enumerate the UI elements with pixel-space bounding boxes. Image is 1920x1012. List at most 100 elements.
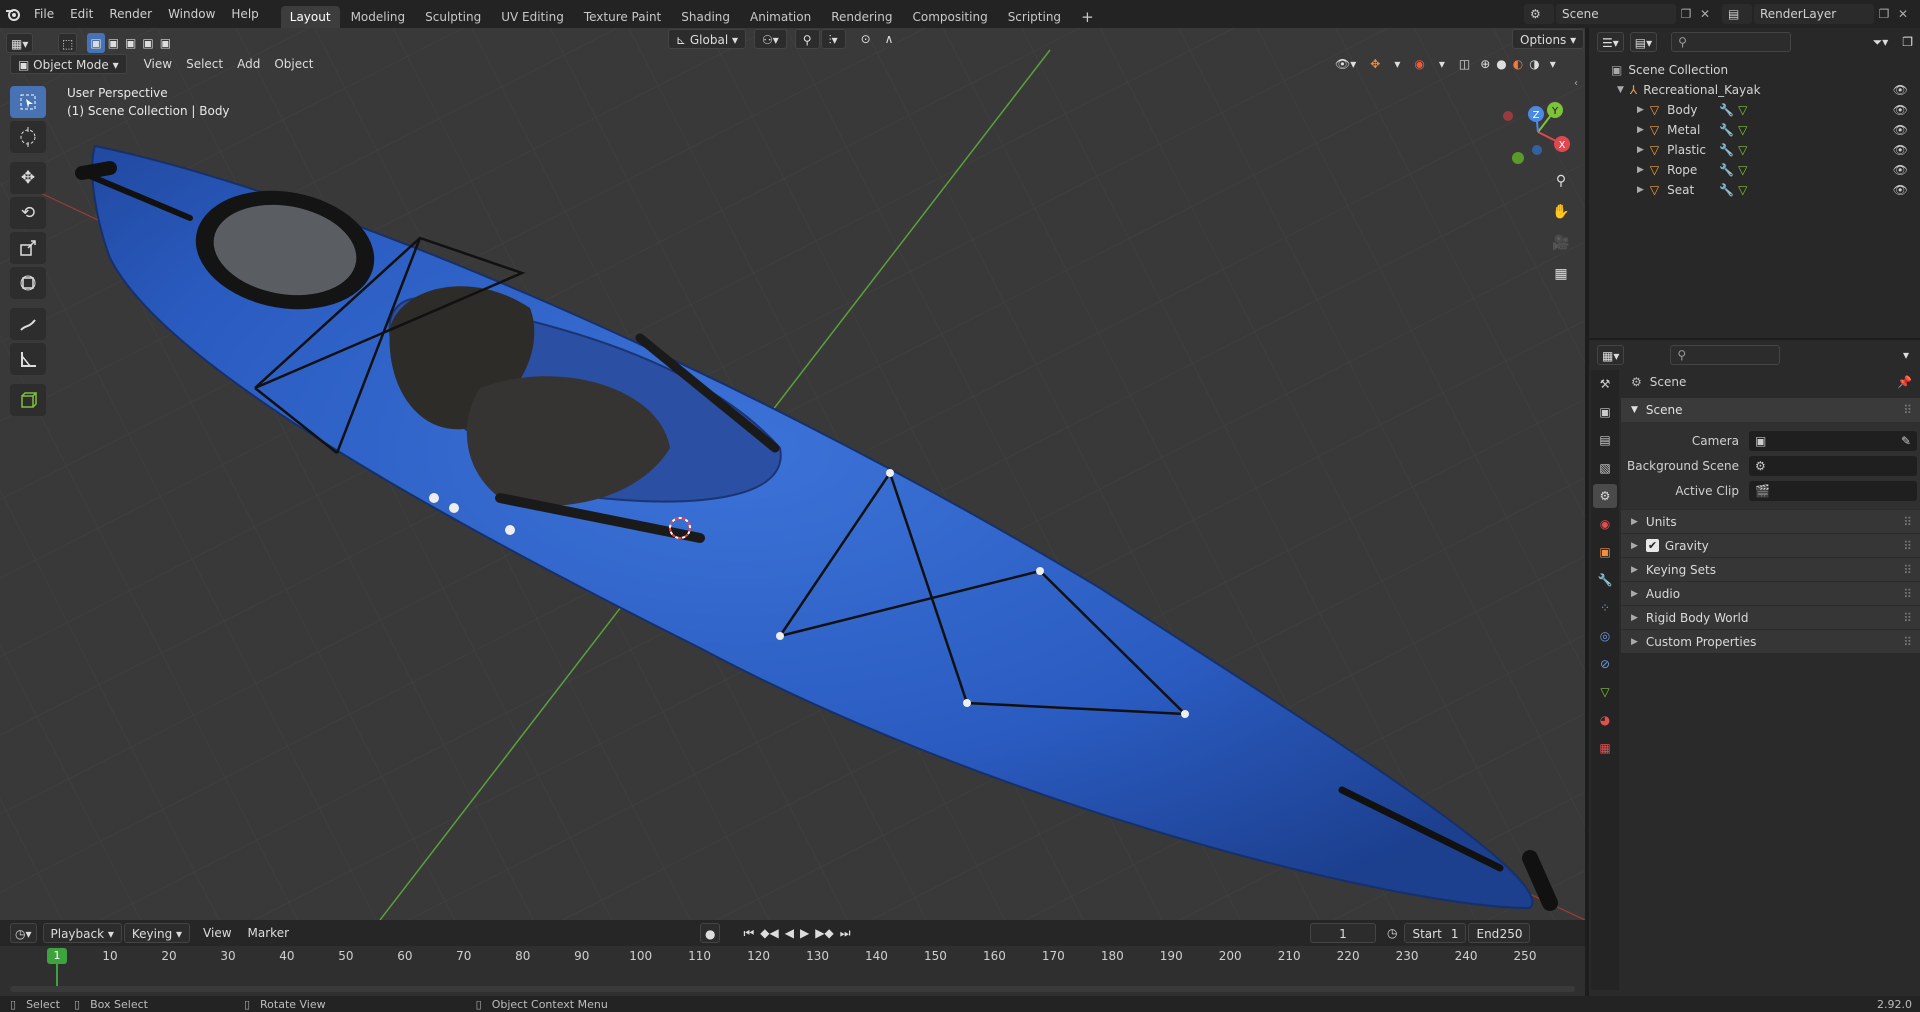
modifier-icon[interactable]: 🔧 (1719, 143, 1734, 157)
select-box-icon[interactable] (10, 86, 46, 118)
collection-row[interactable]: ▼ ⅄ Recreational_Kayak 👁 (1589, 80, 1920, 100)
outliner-object-row[interactable]: ▶ ▽ Seat 🔧 ▽ 👁 (1589, 180, 1920, 200)
record-icon[interactable]: ● (700, 923, 721, 943)
select-mode-icon[interactable]: ⬚ (58, 33, 78, 53)
modifier-icon[interactable]: 🔧 (1719, 183, 1734, 197)
scene-panel-header[interactable]: ▼ Scene ⠿ (1621, 398, 1920, 422)
mode-dropdown[interactable]: ▣ Object Mode ▾ (10, 54, 127, 74)
measure-icon[interactable] (10, 343, 46, 375)
snap-toggle[interactable]: ⚲ (794, 29, 820, 49)
preview-range-icon[interactable]: ◷ (1380, 923, 1404, 943)
pivot-point-dropdown[interactable]: ⚇▾ (754, 29, 787, 49)
subpanel-header[interactable]: ▶ ✔ Gravity ⠿ (1621, 533, 1920, 557)
material-tab-icon[interactable]: ◕ (1593, 708, 1617, 732)
mesh-data-icon[interactable]: ▽ (1738, 143, 1747, 157)
pan-hand-icon[interactable]: ✋ (1548, 199, 1574, 225)
view-layer-tab-icon[interactable]: ▧ (1593, 456, 1617, 480)
pin-icon[interactable]: 📌 (1897, 375, 1912, 389)
tab-animation[interactable]: Animation (741, 6, 820, 28)
add-cube-icon[interactable] (10, 384, 46, 416)
menu-add[interactable]: Add (230, 54, 267, 74)
menu-edit[interactable]: Edit (62, 0, 101, 28)
start-frame-field[interactable]: Start 1 (1404, 923, 1467, 943)
menu-view[interactable]: View (137, 54, 179, 74)
perspective-toggle-icon[interactable]: ▦ (1548, 261, 1574, 287)
gizmo-dropdown[interactable]: ▾ (1387, 54, 1407, 74)
close-icon[interactable]: ✕ (1696, 7, 1714, 21)
timeline-ruler[interactable]: 10 20 30 40 50 60 70 80 90 100 110 120 130 140 150 160 1… (0, 946, 1585, 996)
subpanel-header[interactable]: ▶ Custom Properties ⠿ (1621, 629, 1920, 653)
tab-modeling[interactable]: Modeling (342, 6, 415, 28)
menu-select[interactable]: Select (179, 54, 230, 74)
outliner-editor-type-icon[interactable]: ☰▾ (1597, 32, 1624, 52)
3d-viewport[interactable]: ▦▾ ⬚ ▣ ▣ ▣ ▣ ▣ ⊾ Global ▾ ⚇▾ ⚲ ⫶▾ ⊙ ∧ Op… (0, 28, 1585, 920)
rendered-shading-icon[interactable]: ◑ (1526, 54, 1542, 74)
wireframe-shading-icon[interactable]: ⊕ (1477, 54, 1493, 74)
drag-handle-icon[interactable]: ⠿ (1903, 611, 1912, 625)
scene-collection-row[interactable]: ▣ Scene Collection (1589, 60, 1920, 80)
modifier-icon[interactable]: 🔧 (1719, 123, 1734, 137)
modifier-icon[interactable]: 🔧 (1719, 163, 1734, 177)
overlay-dropdown[interactable]: ▾ (1432, 54, 1452, 74)
active-clip-field[interactable]: 🎬 (1749, 480, 1917, 501)
camera-field[interactable]: ▣ ✎ (1749, 430, 1917, 451)
transform-orientation-dropdown[interactable]: ⊾ Global ▾ (668, 29, 746, 49)
camera-view-icon[interactable]: 🎥 (1548, 230, 1574, 256)
object-tab-icon[interactable]: ▣ (1593, 540, 1617, 564)
tab-rendering[interactable]: Rendering (822, 6, 901, 28)
constraints-tab-icon[interactable]: ⊘ (1593, 652, 1617, 676)
viewport-scene[interactable] (0, 28, 1585, 920)
select-invert-icon[interactable]: ▣ (139, 33, 156, 53)
mesh-data-icon[interactable]: ▽ (1738, 103, 1747, 117)
display-mode-icon[interactable]: ▤▾ (1629, 32, 1658, 52)
end-frame-field[interactable]: End 250 (1468, 923, 1531, 943)
tab-layout[interactable]: Layout (280, 6, 340, 28)
current-frame-field[interactable]: 1 (1310, 923, 1376, 943)
blender-logo-icon[interactable] (0, 7, 26, 21)
playback-menu[interactable]: Playback ▾ (42, 923, 122, 943)
drag-handle-icon[interactable]: ⠿ (1903, 539, 1912, 553)
annotate-icon[interactable] (10, 308, 46, 340)
scene-tab-icon[interactable]: ⚙ (1593, 484, 1617, 508)
visibility-eye-icon[interactable]: 👁 (1893, 143, 1908, 157)
new-scene-icon[interactable]: ❐ (1676, 7, 1696, 21)
outliner-object-row[interactable]: ▶ ▽ Body 🔧 ▽ 👁 (1589, 100, 1920, 120)
tab-compositing[interactable]: Compositing (903, 6, 996, 28)
physics-tab-icon[interactable]: ◎ (1593, 624, 1617, 648)
shading-dropdown[interactable]: ▾ (1543, 54, 1563, 74)
gravity-checkbox[interactable]: ✔ (1645, 539, 1659, 552)
scene-name-field[interactable]: Scene (1556, 4, 1676, 24)
eyedropper-icon[interactable]: ✎ (1901, 434, 1911, 448)
timeline-editor-type-icon[interactable]: ◷▾ (10, 923, 37, 943)
modifier-icon[interactable]: 🔧 (1719, 103, 1734, 117)
proportional-falloff-icon[interactable]: ∧ (878, 29, 901, 49)
gizmo-toggle-icon[interactable]: ✥ (1363, 54, 1387, 74)
move-icon[interactable]: ✥ (10, 162, 46, 194)
tab-scripting[interactable]: Scripting (999, 6, 1070, 28)
new-collection-icon[interactable]: ❐ (1895, 32, 1920, 52)
visibility-eye-icon[interactable]: 👁 (1893, 163, 1908, 177)
playhead[interactable]: 1 (47, 948, 67, 964)
next-keyframe-icon[interactable]: ▶◆ (812, 923, 836, 943)
expand-arrow-icon[interactable]: ▶ (1637, 125, 1644, 135)
visibility-eye-icon[interactable]: 👁 (1893, 123, 1908, 137)
menu-render[interactable]: Render (101, 0, 160, 28)
subpanel-header[interactable]: ▶ Units ⠿ (1621, 509, 1920, 533)
view-layer-selector[interactable]: ▤ RenderLayer ❐ ✕ (1722, 4, 1912, 24)
solid-shading-icon[interactable]: ● (1493, 54, 1509, 74)
menu-marker[interactable]: Marker (241, 923, 296, 943)
scene-selector[interactable]: ⚙ Scene ❐ ✕ (1524, 4, 1714, 24)
tab-sculpting[interactable]: Sculpting (416, 6, 490, 28)
zoom-icon[interactable]: ⚲ (1548, 168, 1574, 194)
expand-arrow-icon[interactable]: ▶ (1637, 165, 1644, 175)
data-tab-icon[interactable]: ▽ (1593, 680, 1617, 704)
material-shading-icon[interactable]: ◐ (1510, 54, 1526, 74)
cursor-icon[interactable] (10, 121, 46, 153)
editor-type-icon[interactable]: ▦▾ (6, 33, 34, 53)
menu-file[interactable]: File (26, 0, 62, 28)
neg-x-handle[interactable] (1503, 111, 1513, 121)
scale-icon[interactable] (10, 232, 46, 264)
properties-search-input[interactable]: ⚲ (1670, 345, 1781, 365)
menu-window[interactable]: Window (160, 0, 223, 28)
select-intersect-icon[interactable]: ▣ (157, 33, 174, 53)
